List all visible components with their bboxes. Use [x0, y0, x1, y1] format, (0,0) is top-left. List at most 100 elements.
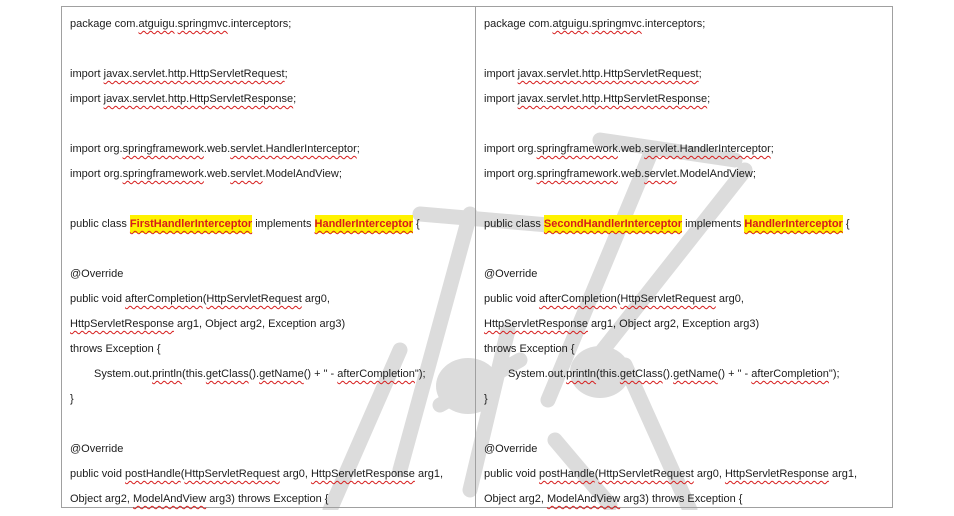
code-text: implements	[682, 218, 745, 230]
code-text: public class	[484, 218, 544, 230]
code-text: implements	[252, 218, 315, 230]
code-line: System.out.println(this.getClass().getNa…	[70, 357, 475, 382]
code-text: arg0,	[693, 468, 725, 480]
code-line: public void afterCompletion(HttpServletR…	[70, 282, 475, 307]
code-text: ;	[707, 93, 711, 105]
spellcheck-flagged-text: springframework	[536, 143, 618, 155]
code-line: throws Exception {	[484, 332, 892, 357]
table-row: package com.atguigu.springmvc.intercepto…	[61, 6, 893, 508]
code-text: (this.	[596, 368, 620, 380]
code-text: .web.	[617, 168, 645, 180]
spellcheck-flagged-text: postHandle	[539, 468, 595, 480]
code-text: arg0,	[279, 468, 311, 480]
code-text: .interceptors;	[227, 18, 292, 30]
code-text: package com.	[70, 18, 139, 30]
highlighted-class-name: SecondHandlerInterceptor	[543, 215, 683, 233]
code-text: arg3) throws Exception {	[620, 493, 743, 505]
code-text: System.out.	[508, 368, 567, 380]
code-text: public void	[484, 468, 540, 480]
code-line: @Override	[484, 432, 892, 457]
code-text: @Override	[70, 268, 124, 280]
code-line: public class SecondHandlerInterceptor im…	[484, 207, 892, 233]
code-text: ().	[248, 368, 260, 380]
code-text: () + " -	[303, 368, 338, 380]
code-text: public void	[484, 293, 540, 305]
code-text: import org.	[484, 143, 537, 155]
code-line: import javax.servlet.http.HttpServletRes…	[70, 82, 475, 107]
spellcheck-flagged-text: HttpServletRequest	[184, 468, 280, 480]
code-text: .ModelAndView;	[676, 168, 756, 180]
code-text: public void	[70, 293, 126, 305]
second-interceptor-column: package com.atguigu.springmvc.intercepto…	[475, 6, 893, 508]
code-comparison-table: package com.atguigu.springmvc.intercepto…	[61, 6, 893, 508]
code-line: package com.atguigu.springmvc.intercepto…	[484, 7, 892, 32]
code-text: Object arg2,	[484, 493, 547, 505]
code-text: ;	[698, 68, 702, 80]
code-text: public class	[70, 218, 130, 230]
code-text: import org.	[70, 168, 123, 180]
code-text: import	[70, 68, 104, 80]
code-text: {	[412, 218, 420, 230]
spellcheck-flagged-text: afterCompletion	[751, 368, 829, 380]
first-interceptor-column: package com.atguigu.springmvc.intercepto…	[61, 6, 476, 508]
spellcheck-flagged-text: springframework	[122, 143, 204, 155]
code-text: @Override	[484, 443, 538, 455]
spellcheck-flagged-text: HttpServletRequest	[206, 293, 302, 305]
code-text: .web.	[617, 143, 645, 155]
code-text: ;	[770, 143, 774, 155]
code-line: throws Exception {	[70, 332, 475, 357]
code-text: @Override	[70, 443, 124, 455]
code-line: @Override	[70, 432, 475, 457]
code-text: arg0,	[301, 293, 330, 305]
spellcheck-flagged-text: HttpServletResponse	[484, 318, 588, 330]
code-line: }	[484, 382, 892, 407]
code-text: import	[484, 93, 518, 105]
spellcheck-flagged-text: javax.servlet.http.HttpServletRequest	[103, 68, 285, 80]
spellcheck-flagged-text: afterCompletion	[125, 293, 203, 305]
code-line: import org.springframework.web.servlet.H…	[484, 132, 892, 157]
code-line: Object arg2, ModelAndView arg3) throws E…	[70, 482, 475, 507]
spellcheck-flagged-text: ModelAndView	[132, 493, 207, 505]
spellcheck-flagged-text: atguigu	[552, 18, 589, 30]
highlighted-class-name: FirstHandlerInterceptor	[129, 215, 253, 233]
spellcheck-flagged-text: getName	[259, 368, 304, 380]
code-text: (this.	[182, 368, 206, 380]
spellcheck-flagged-text: atguigu	[138, 18, 175, 30]
code-text: throws Exception {	[484, 343, 575, 355]
highlighted-class-name: HandlerInterceptor	[314, 215, 413, 233]
code-text: .web.	[203, 168, 231, 180]
code-text: ");	[414, 368, 426, 380]
code-text: }	[484, 393, 488, 405]
spellcheck-flagged-text: afterCompletion	[337, 368, 415, 380]
code-text: .ModelAndView;	[262, 168, 342, 180]
code-line: Object arg2, ModelAndView arg3) throws E…	[484, 482, 892, 507]
spellcheck-flagged-text: javax.servlet.http.HttpServletResponse	[517, 93, 708, 105]
code-text: import org.	[484, 168, 537, 180]
code-text: @Override	[484, 268, 538, 280]
spellcheck-flagged-text: HttpServletResponse	[310, 468, 415, 480]
code-text: import	[70, 93, 104, 105]
code-text: arg1,	[414, 468, 444, 480]
code-text: ;	[284, 68, 288, 80]
spellcheck-flagged-text: HttpServletResponse	[724, 468, 829, 480]
spellcheck-flagged-text: springframework	[122, 168, 204, 180]
code-text: arg1,	[828, 468, 858, 480]
code-line: public void postHandle(HttpServletReques…	[70, 457, 475, 482]
code-line: public void postHandle(HttpServletReques…	[484, 457, 892, 482]
code-text: {	[842, 218, 850, 230]
code-text: arg3) throws Exception {	[206, 493, 329, 505]
code-line: package com.atguigu.springmvc.intercepto…	[70, 7, 475, 32]
spellcheck-flagged-text: servlet.HandlerInterceptor	[644, 143, 771, 155]
spellcheck-flagged-text: getClass	[205, 368, 249, 380]
spellcheck-flagged-text: postHandle	[125, 468, 181, 480]
spellcheck-flagged-text: println	[566, 368, 597, 380]
code-text: }	[70, 393, 74, 405]
code-text: ;	[293, 93, 297, 105]
code-text: import org.	[70, 143, 123, 155]
code-line: import javax.servlet.http.HttpServletReq…	[484, 57, 892, 82]
